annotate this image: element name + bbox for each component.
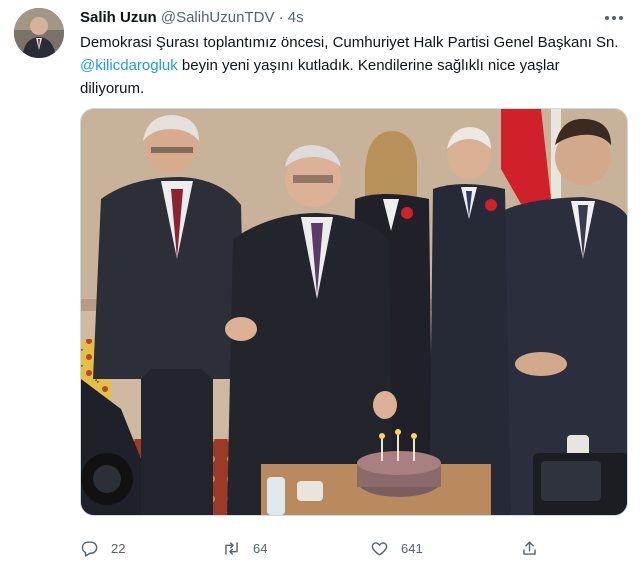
author-handle[interactable]: @SalihUzunTDV	[161, 9, 275, 26]
tweet-photo[interactable]	[80, 108, 628, 516]
retweet-count: 64	[253, 540, 268, 556]
share-icon	[523, 540, 536, 555]
retweet-icon	[225, 541, 238, 555]
share-button[interactable]	[520, 536, 551, 560]
separator-dot: ·	[278, 9, 284, 26]
author-avatar[interactable]	[14, 8, 64, 58]
tweet-time[interactable]: 4s	[288, 9, 304, 26]
like-count: 641	[401, 540, 423, 556]
reply-button[interactable]: 22	[80, 536, 125, 560]
like-button[interactable]: 641	[370, 536, 423, 560]
heart-icon	[371, 541, 388, 556]
reply-icon	[81, 540, 98, 557]
mention-link[interactable]: @kilicdarogluk	[80, 57, 178, 74]
event-photo	[81, 109, 627, 515]
tweet-text: Demokrasi Şurası toplantımız öncesi, Cum…	[80, 31, 620, 100]
more-icon[interactable]	[602, 8, 626, 28]
avatar-photo	[14, 8, 64, 58]
reply-count: 22	[111, 540, 126, 556]
tweet-text-part1: Demokrasi Şurası toplantımız öncesi, Cum…	[80, 34, 619, 51]
tweet-actions: 22 64 641	[80, 536, 620, 560]
retweet-button[interactable]: 64	[222, 536, 267, 560]
tweet-header: Salih Uzun @SalihUzunTDV · 4s	[80, 9, 600, 27]
author-name[interactable]: Salih Uzun	[80, 9, 157, 26]
